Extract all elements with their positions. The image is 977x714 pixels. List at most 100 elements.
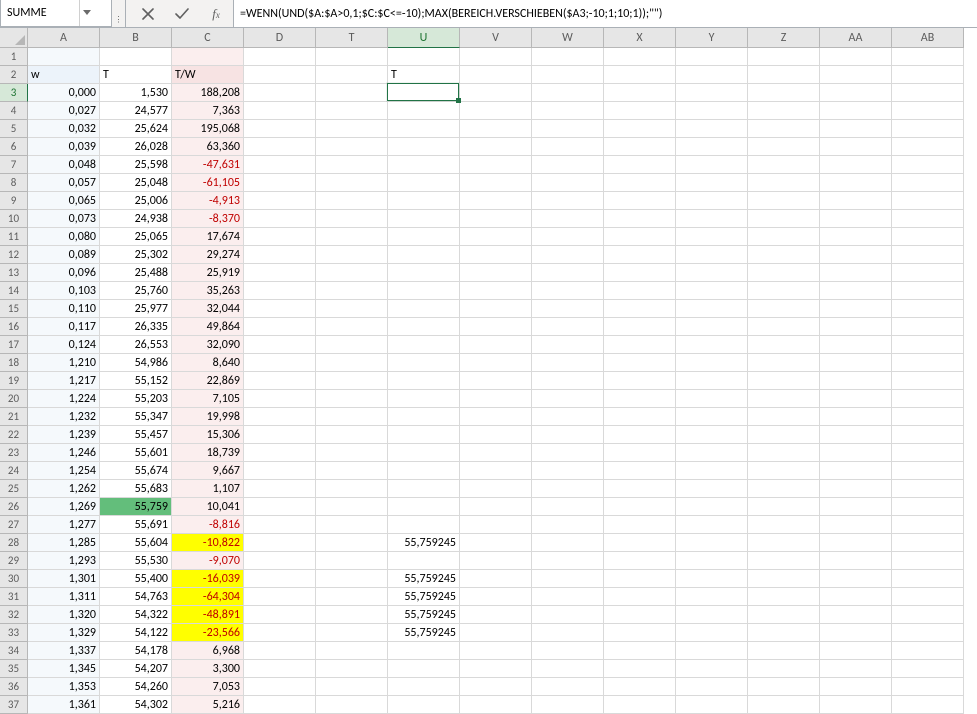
cell[interactable]: [316, 300, 388, 318]
cell[interactable]: [460, 552, 532, 570]
cell[interactable]: [892, 102, 964, 120]
cell[interactable]: [892, 300, 964, 318]
cell[interactable]: [532, 156, 604, 174]
cell[interactable]: -8,370: [172, 210, 244, 228]
cell[interactable]: [532, 228, 604, 246]
cell[interactable]: [676, 336, 748, 354]
cell[interactable]: [820, 606, 892, 624]
row-header[interactable]: 20: [0, 390, 28, 408]
cell[interactable]: [604, 660, 676, 678]
cell[interactable]: 1,353: [28, 678, 100, 696]
cell[interactable]: [676, 498, 748, 516]
cell[interactable]: [316, 246, 388, 264]
cell[interactable]: [676, 264, 748, 282]
row-header[interactable]: 35: [0, 660, 28, 678]
cell[interactable]: [388, 120, 460, 138]
cell[interactable]: [604, 678, 676, 696]
cell[interactable]: 3,300: [172, 660, 244, 678]
row-header[interactable]: 25: [0, 480, 28, 498]
cell[interactable]: -8,816: [172, 516, 244, 534]
cell[interactable]: [244, 552, 316, 570]
cell[interactable]: -16,039: [172, 570, 244, 588]
cell[interactable]: [748, 552, 820, 570]
cell[interactable]: [604, 246, 676, 264]
cell[interactable]: 55,759245: [388, 570, 460, 588]
cell[interactable]: [388, 300, 460, 318]
cell[interactable]: [460, 282, 532, 300]
cell[interactable]: [676, 84, 748, 102]
cell[interactable]: [316, 624, 388, 642]
cell[interactable]: 7,105: [172, 390, 244, 408]
cell[interactable]: [460, 534, 532, 552]
row-header[interactable]: 37: [0, 696, 28, 714]
cell[interactable]: [604, 300, 676, 318]
cell[interactable]: [316, 372, 388, 390]
cell[interactable]: [244, 534, 316, 552]
cell[interactable]: [748, 516, 820, 534]
cell[interactable]: [316, 138, 388, 156]
cell[interactable]: [388, 462, 460, 480]
cell[interactable]: -9,070: [172, 552, 244, 570]
cell[interactable]: [748, 210, 820, 228]
cell[interactable]: [892, 264, 964, 282]
cell[interactable]: [676, 642, 748, 660]
cell[interactable]: [604, 462, 676, 480]
cell[interactable]: [748, 318, 820, 336]
column-header[interactable]: C: [172, 28, 244, 48]
cell[interactable]: [820, 210, 892, 228]
cell[interactable]: [892, 318, 964, 336]
cell[interactable]: [604, 480, 676, 498]
cell[interactable]: [460, 588, 532, 606]
cell[interactable]: [604, 66, 676, 84]
cell[interactable]: 1,217: [28, 372, 100, 390]
expand-handle-icon[interactable]: ⋮: [112, 0, 126, 27]
cell[interactable]: [244, 66, 316, 84]
cell[interactable]: 1,285: [28, 534, 100, 552]
cell[interactable]: [388, 84, 460, 102]
cell[interactable]: 63,360: [172, 138, 244, 156]
cell[interactable]: [892, 210, 964, 228]
cell[interactable]: [892, 444, 964, 462]
cell[interactable]: [820, 66, 892, 84]
cell[interactable]: 0,096: [28, 264, 100, 282]
cell[interactable]: [892, 372, 964, 390]
cell[interactable]: 25,488: [100, 264, 172, 282]
cell[interactable]: [460, 192, 532, 210]
cell[interactable]: [892, 156, 964, 174]
cell[interactable]: [604, 408, 676, 426]
column-header[interactable]: Z: [748, 28, 820, 48]
cell[interactable]: 54,986: [100, 354, 172, 372]
cell[interactable]: [892, 84, 964, 102]
cell[interactable]: [244, 102, 316, 120]
cell[interactable]: [820, 444, 892, 462]
cell[interactable]: [316, 426, 388, 444]
cell[interactable]: [532, 426, 604, 444]
cell[interactable]: [316, 444, 388, 462]
cell[interactable]: 32,090: [172, 336, 244, 354]
row-header[interactable]: 34: [0, 642, 28, 660]
cell[interactable]: 0,089: [28, 246, 100, 264]
cancel-formula-button[interactable]: [131, 0, 165, 27]
cell[interactable]: 15,306: [172, 426, 244, 444]
cell[interactable]: [388, 498, 460, 516]
cell[interactable]: [892, 66, 964, 84]
cell[interactable]: 25,760: [100, 282, 172, 300]
cell[interactable]: [748, 102, 820, 120]
cell[interactable]: [316, 696, 388, 714]
cell[interactable]: [604, 48, 676, 66]
row-header[interactable]: 23: [0, 444, 28, 462]
cell[interactable]: [388, 48, 460, 66]
cell[interactable]: [892, 120, 964, 138]
cell[interactable]: [892, 516, 964, 534]
cell[interactable]: [244, 354, 316, 372]
cell[interactable]: [244, 300, 316, 318]
cell[interactable]: [676, 534, 748, 552]
cell[interactable]: 55,759245: [388, 534, 460, 552]
cell[interactable]: [892, 534, 964, 552]
row-header[interactable]: 7: [0, 156, 28, 174]
cell[interactable]: [244, 678, 316, 696]
cell[interactable]: [676, 354, 748, 372]
cell[interactable]: [748, 588, 820, 606]
cell[interactable]: [388, 354, 460, 372]
cell[interactable]: [604, 624, 676, 642]
